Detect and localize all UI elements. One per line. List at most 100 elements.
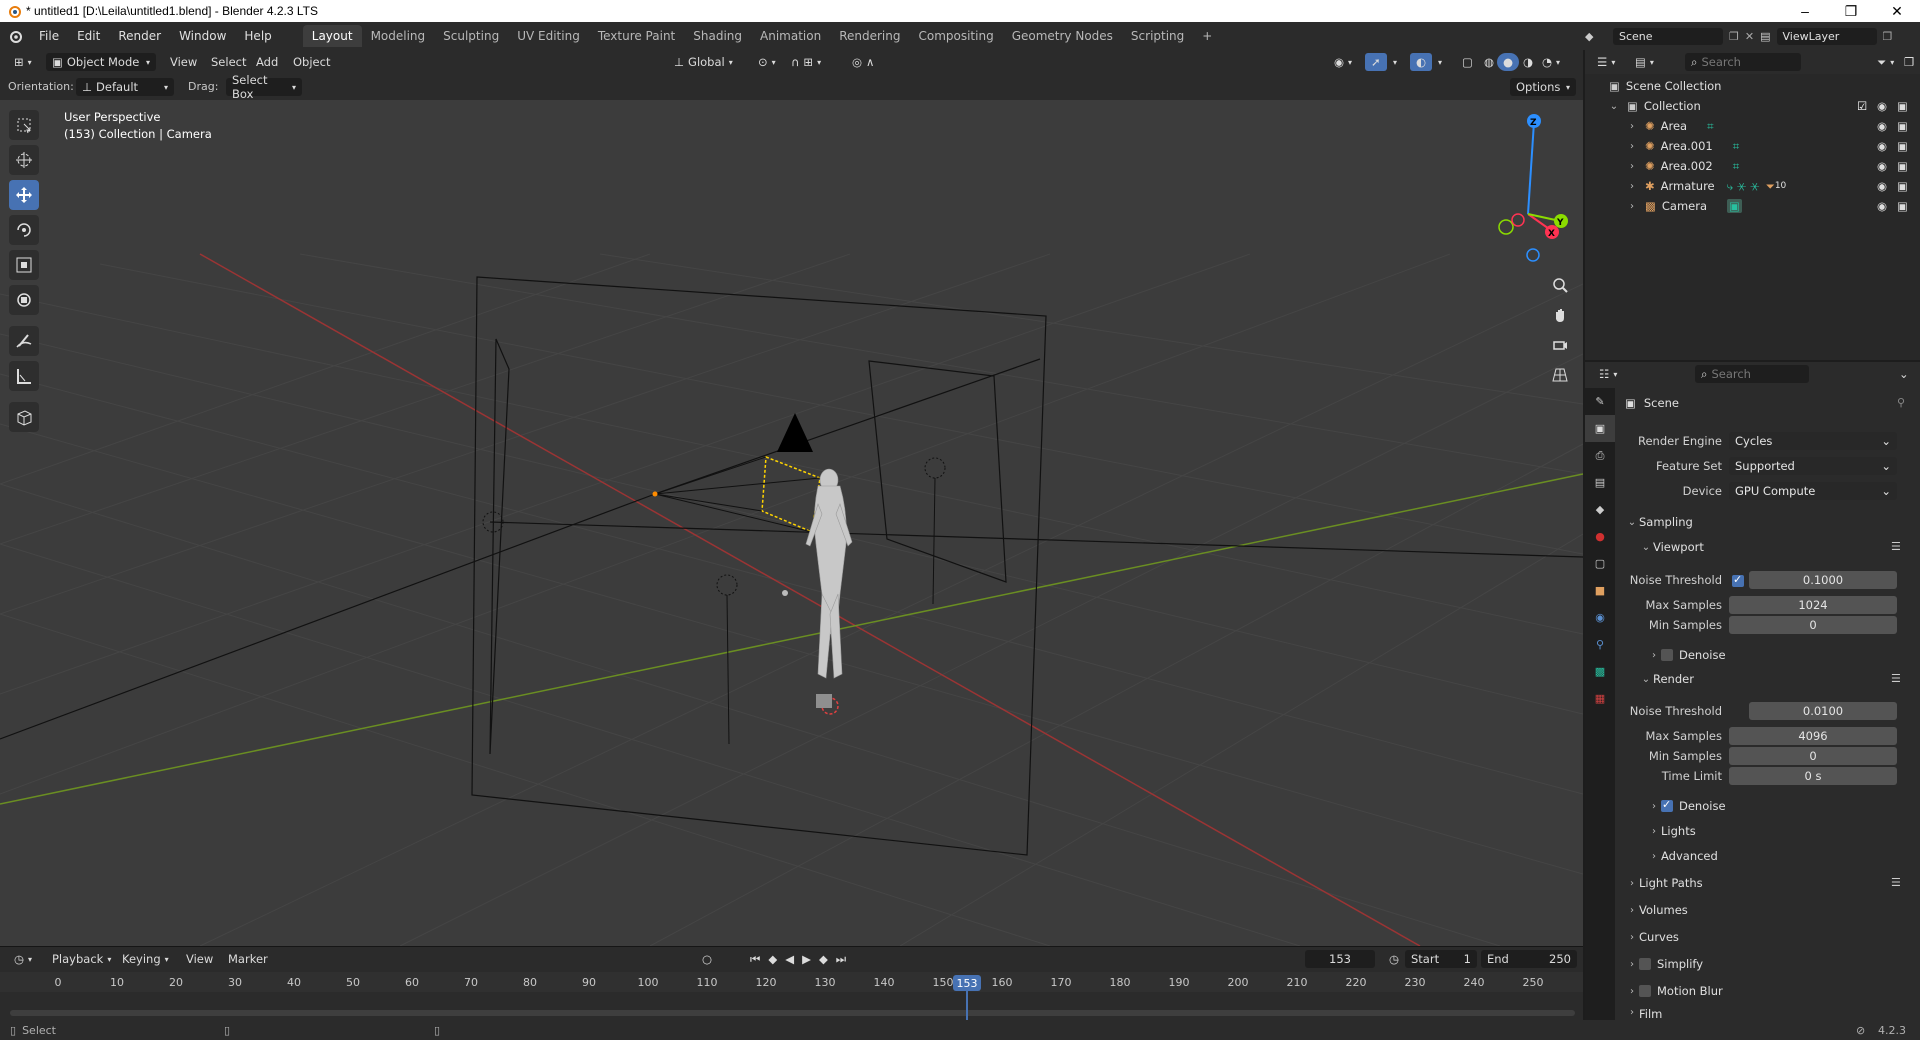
texture-tab-icon[interactable]: ▦ [1585,685,1615,712]
navigation-gizmo[interactable]: Z X Y [1498,114,1568,262]
blender-menu-icon[interactable] [0,27,30,45]
vp-denoise-checkbox[interactable] [1661,649,1673,661]
constraints-tab-icon[interactable]: ⚲ [1585,631,1615,658]
render-subpanel-header[interactable]: ⌄ Render [1639,668,1694,690]
playhead[interactable]: 153 [953,975,981,991]
auto-key-toggle[interactable]: ○ [696,950,718,968]
outliner-row-area[interactable]: › ✺ Area ⌗ ◉ ▣ [1585,116,1920,136]
zoom-icon[interactable] [1547,272,1573,298]
sampling-panel-header[interactable]: ⌄ Sampling [1625,511,1693,533]
chevron-right-icon[interactable]: › [1625,161,1639,172]
view-layer-icon[interactable]: ▤ [1760,30,1770,43]
physics-tab-icon[interactable]: ◉ [1585,604,1615,631]
gizmo-toggle[interactable]: ➚ [1365,53,1387,71]
filter-icon[interactable]: ⏷ ▾ [1871,53,1900,71]
visibility-eye-icon[interactable]: ◉ [1877,199,1887,213]
chevron-right-icon[interactable]: › [1625,141,1639,152]
menu-file[interactable]: File [30,29,68,43]
visibility-eye-icon[interactable]: ◉ [1877,179,1887,193]
lights-subpanel-header[interactable]: › Lights [1647,820,1696,842]
outliner-row-camera[interactable]: › ▩ Camera ▣ ◉ ▣ [1585,196,1920,216]
transform-orientation-dropdown[interactable]: ⊥ Global ▾ [668,53,739,71]
pivot-dropdown[interactable]: ⊙ ▾ [752,53,782,71]
vp-noise-threshold-field[interactable]: 0.1000 [1749,571,1897,589]
move-icon[interactable] [9,180,39,210]
tool-tab-icon[interactable]: ✎ [1585,388,1615,415]
render-engine-dropdown[interactable]: Cycles ⌄ [1729,432,1897,450]
camera-view-icon[interactable] [1547,332,1573,358]
annotate-icon[interactable] [9,326,39,356]
transform-icon[interactable] [9,285,39,315]
render-camera-icon[interactable]: ▣ [1897,119,1908,133]
delete-scene-icon[interactable]: ✕ [1745,30,1754,43]
scale-icon[interactable] [9,250,39,280]
maximize-button[interactable]: ❐ [1828,3,1874,20]
new-collection-icon[interactable]: ❐ [1898,53,1920,71]
menu-add[interactable]: Add [250,53,284,71]
outliner-row-armature[interactable]: › ✱ Armature ⤷ ⚹ ⚹ ⏷ 10 ◉ ▣ [1585,176,1920,196]
tab-shading[interactable]: Shading [684,25,751,47]
scene-icon[interactable]: ◆ [1585,30,1607,43]
viewport-subpanel-header[interactable]: ⌄ Viewport [1639,536,1704,558]
vp-min-samples-field[interactable]: 0 [1729,616,1897,634]
visibility-eye-icon[interactable]: ◉ [1877,159,1887,173]
character-mesh[interactable] [805,468,853,679]
display-mode-dropdown[interactable]: ▤ ▾ [1629,53,1660,71]
tab-texture-paint[interactable]: Texture Paint [589,25,684,47]
new-view-layer-icon[interactable]: ❐ [1883,30,1893,43]
render-camera-icon[interactable]: ▣ [1897,159,1908,173]
motion-blur-panel-header[interactable]: › Motion Blur [1625,980,1723,1002]
view-layer-selector[interactable]: ViewLayer [1776,27,1877,45]
tab-layout[interactable]: Layout [302,25,362,47]
add-workspace-button[interactable]: + [1193,25,1221,47]
select-box-icon[interactable] [9,110,39,140]
chevron-down-icon[interactable]: ⌄ [1607,101,1621,112]
play-reverse-icon[interactable]: ◀ [785,952,794,966]
outliner-row-scene-collection[interactable]: ▣ Scene Collection [1585,76,1920,96]
snap-toggle[interactable]: ∩ ⊞ ▾ [785,53,827,71]
tab-uv-editing[interactable]: UV Editing [508,25,589,47]
playback-controls[interactable]: ⏮ ◆ ◀ ▶ ◆ ⏭ [744,950,852,968]
menu-marker[interactable]: Marker [222,950,274,968]
proportional-edit-toggle[interactable]: ◎ ∧ [846,53,880,71]
menu-edit[interactable]: Edit [68,29,109,43]
orientation-setting-dropdown[interactable]: ⊥ Default ▾ [76,78,174,96]
tab-rendering[interactable]: Rendering [830,25,909,47]
render-tab-icon[interactable]: ▣ [1585,415,1615,442]
r-noise-threshold-field[interactable]: 0.0100 [1749,702,1897,720]
shading-solid-button[interactable]: ● [1497,53,1520,71]
play-icon[interactable]: ▶ [802,952,811,966]
timeline-body[interactable]: 0 10 20 30 40 50 60 70 80 90 100 110 120 130 140 150 160… [0,972,1583,1020]
end-frame-field[interactable]: End 250 [1481,950,1577,968]
menu-view[interactable]: View [164,53,203,71]
pin-icon[interactable]: ⚲ [1897,396,1905,409]
visibility-eye-icon[interactable]: ◉ [1877,119,1887,133]
shading-rendered-button[interactable]: ◔ ▾ [1536,53,1566,71]
r-denoise-subpanel-header[interactable]: › Denoise [1647,795,1726,817]
chevron-right-icon[interactable]: › [1625,201,1639,212]
world-tab-icon[interactable]: ● [1585,523,1615,550]
gizmo-dropdown[interactable]: ▾ [1387,53,1403,71]
properties-editor-type-button[interactable]: ☷ ▾ [1593,365,1623,383]
outliner-row-area-001[interactable]: › ✺ Area.001 ⌗ ◉ ▣ [1585,136,1920,156]
outliner-row-area-002[interactable]: › ✺ Area.002 ⌗ ◉ ▣ [1585,156,1920,176]
presets-list-icon[interactable]: ☰ [1891,876,1901,889]
render-camera-icon[interactable]: ▣ [1897,139,1908,153]
tab-scripting[interactable]: Scripting [1122,25,1193,47]
area-lights[interactable] [0,276,1583,856]
presets-list-icon[interactable]: ☰ [1891,540,1901,553]
collection-tab-icon[interactable]: ▢ [1585,550,1615,577]
editor-type-button[interactable]: ⊞ ▾ [8,53,38,71]
menu-keying[interactable]: Keying ▾ [116,950,175,968]
visibility-dropdown[interactable]: ◉ ▾ [1328,53,1358,71]
r-time-limit-field[interactable]: 0 s [1729,767,1897,785]
light-paths-panel-header[interactable]: › Light Paths [1625,872,1703,894]
stopwatch-icon[interactable]: ◷ [1383,950,1405,968]
device-dropdown[interactable]: GPU Compute ⌄ [1729,482,1897,500]
tab-compositing[interactable]: Compositing [909,25,1002,47]
outliner-editor-type-button[interactable]: ☰ ▾ [1591,53,1621,71]
measure-icon[interactable] [9,361,39,391]
properties-search-field[interactable]: ⌕ Search [1695,365,1809,383]
rotate-icon[interactable] [9,215,39,245]
film-panel-header[interactable]: › Film [1625,1007,1662,1020]
